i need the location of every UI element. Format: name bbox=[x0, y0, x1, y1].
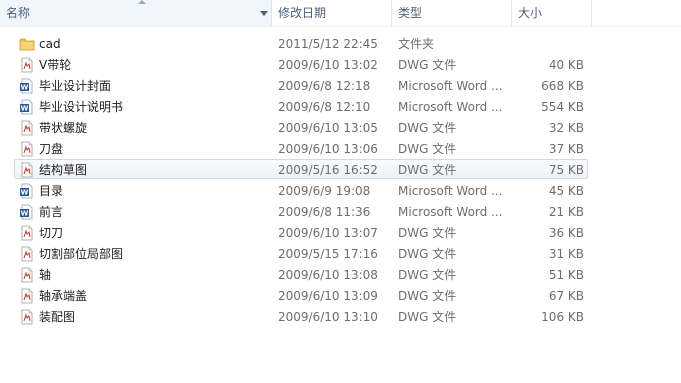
folder-icon bbox=[19, 36, 35, 52]
file-modified-date: 2009/6/10 13:10 bbox=[278, 310, 378, 324]
file-modified-date: 2009/6/8 12:18 bbox=[278, 79, 371, 93]
file-row[interactable]: W 前言 2009/6/8 11:36 Microsoft Word ... 21 KB bbox=[14, 201, 588, 221]
column-header-size[interactable]: 大小 bbox=[512, 0, 592, 26]
dwg-file-icon bbox=[19, 246, 35, 262]
file-row[interactable]: W 毕业设计说明书 2009/6/8 12:10 Microsoft Word ...… bbox=[14, 96, 588, 116]
file-modified-date: 2011/5/12 22:45 bbox=[278, 37, 378, 51]
file-row[interactable]: 刀盘 2009/6/10 13:06 DWG 文件 37 KB bbox=[14, 138, 588, 158]
svg-text:W: W bbox=[21, 189, 29, 197]
dwg-file-icon bbox=[19, 225, 35, 241]
file-size: 75 KB bbox=[548, 163, 584, 177]
file-name: 轴承端盖 bbox=[39, 289, 88, 303]
file-row[interactable]: 结构草图 2009/5/16 16:52 DWG 文件 75 KB bbox=[14, 159, 588, 179]
word-doc-icon: W bbox=[19, 204, 35, 220]
file-row[interactable]: 装配图 2009/6/10 13:10 DWG 文件 106 KB bbox=[14, 306, 588, 326]
file-name: 结构草图 bbox=[39, 163, 88, 177]
file-type: Microsoft Word ... bbox=[398, 79, 503, 93]
dwg-file-icon bbox=[19, 141, 35, 157]
dwg-file-icon bbox=[19, 267, 35, 283]
file-name: 毕业设计说明书 bbox=[39, 100, 124, 114]
file-name: 前言 bbox=[39, 205, 64, 219]
svg-text:W: W bbox=[21, 210, 29, 218]
file-row[interactable]: V带轮 2009/6/10 13:02 DWG 文件 40 KB bbox=[14, 54, 588, 74]
file-row[interactable]: 轴承端盖 2009/6/10 13:09 DWG 文件 67 KB bbox=[14, 285, 588, 305]
file-type: DWG 文件 bbox=[398, 310, 457, 324]
file-type: DWG 文件 bbox=[398, 121, 457, 135]
file-type: DWG 文件 bbox=[398, 163, 457, 177]
file-size: 40 KB bbox=[548, 58, 584, 72]
file-type: Microsoft Word ... bbox=[398, 100, 503, 114]
file-row[interactable]: 带状螺旋 2009/6/10 13:05 DWG 文件 32 KB bbox=[14, 117, 588, 137]
file-size: 36 KB bbox=[548, 226, 584, 240]
file-name: V带轮 bbox=[39, 58, 72, 72]
file-modified-date: 2009/6/10 13:08 bbox=[278, 268, 378, 282]
file-name: 切刀 bbox=[39, 226, 64, 240]
file-type: Microsoft Word ... bbox=[398, 184, 503, 198]
sort-ascending-icon bbox=[138, 0, 146, 4]
file-modified-date: 2009/6/10 13:02 bbox=[278, 58, 378, 72]
file-name: 装配图 bbox=[39, 310, 76, 324]
file-name: 目录 bbox=[39, 184, 64, 198]
file-modified-date: 2009/6/10 13:09 bbox=[278, 289, 378, 303]
file-modified-date: 2009/6/10 13:06 bbox=[278, 142, 378, 156]
file-size: 45 KB bbox=[548, 184, 584, 198]
file-row[interactable]: 轴 2009/6/10 13:08 DWG 文件 51 KB bbox=[14, 264, 588, 284]
file-type: DWG 文件 bbox=[398, 289, 457, 303]
column-header-date[interactable]: 修改日期 bbox=[272, 0, 392, 26]
dwg-file-icon bbox=[19, 162, 35, 178]
column-header-name-label: 名称 bbox=[6, 6, 31, 20]
file-type: DWG 文件 bbox=[398, 247, 457, 261]
file-modified-date: 2009/6/8 12:10 bbox=[278, 100, 371, 114]
file-size: 106 KB bbox=[541, 310, 584, 324]
file-name: 带状螺旋 bbox=[39, 121, 88, 135]
file-name: 刀盘 bbox=[39, 142, 64, 156]
file-modified-date: 2009/5/15 17:16 bbox=[278, 247, 378, 261]
dwg-file-icon bbox=[19, 309, 35, 325]
file-row[interactable]: W 目录 2009/6/9 19:08 Microsoft Word ... 45 KB bbox=[14, 180, 588, 200]
file-modified-date: 2009/6/10 13:07 bbox=[278, 226, 378, 240]
svg-text:W: W bbox=[21, 105, 29, 113]
column-header-type-label: 类型 bbox=[398, 6, 423, 20]
file-modified-date: 2009/6/10 13:05 bbox=[278, 121, 378, 135]
svg-text:W: W bbox=[21, 84, 29, 92]
column-header-name[interactable]: 名称 bbox=[0, 0, 272, 26]
word-doc-icon: W bbox=[19, 78, 35, 94]
file-size: 31 KB bbox=[548, 247, 584, 261]
file-size: 554 KB bbox=[541, 100, 584, 114]
file-type: DWG 文件 bbox=[398, 142, 457, 156]
file-type: Microsoft Word ... bbox=[398, 205, 503, 219]
file-row[interactable]: 切割部位局部图 2009/5/15 17:16 DWG 文件 31 KB bbox=[14, 243, 588, 263]
file-modified-date: 2009/6/8 11:36 bbox=[278, 205, 371, 219]
file-row[interactable]: cad 2011/5/12 22:45 文件夹 bbox=[14, 33, 588, 53]
column-header-size-label: 大小 bbox=[518, 6, 543, 20]
column-header-date-label: 修改日期 bbox=[278, 6, 327, 20]
file-name: cad bbox=[39, 37, 61, 51]
file-type: DWG 文件 bbox=[398, 226, 457, 240]
word-doc-icon: W bbox=[19, 99, 35, 115]
file-size: 21 KB bbox=[548, 205, 584, 219]
file-size: 37 KB bbox=[548, 142, 584, 156]
column-filter-dropdown-icon[interactable] bbox=[258, 7, 270, 19]
file-type: DWG 文件 bbox=[398, 58, 457, 72]
file-name: 切割部位局部图 bbox=[39, 247, 124, 261]
file-size: 32 KB bbox=[548, 121, 584, 135]
file-size: 67 KB bbox=[548, 289, 584, 303]
file-row[interactable]: W 毕业设计封面 2009/6/8 12:18 Microsoft Word ... 6… bbox=[14, 75, 588, 95]
file-size: 668 KB bbox=[541, 79, 584, 93]
file-name: 轴 bbox=[39, 268, 52, 282]
dwg-file-icon bbox=[19, 120, 35, 136]
file-row[interactable]: 切刀 2009/6/10 13:07 DWG 文件 36 KB bbox=[14, 222, 588, 242]
column-header-bar: 名称 修改日期 类型 大小 bbox=[0, 0, 681, 27]
file-modified-date: 2009/6/9 19:08 bbox=[278, 184, 371, 198]
file-type: 文件夹 bbox=[398, 37, 435, 51]
file-size: 51 KB bbox=[548, 268, 584, 282]
file-modified-date: 2009/5/16 16:52 bbox=[278, 163, 378, 177]
file-name: 毕业设计封面 bbox=[39, 79, 112, 93]
word-doc-icon: W bbox=[19, 183, 35, 199]
file-type: DWG 文件 bbox=[398, 268, 457, 282]
column-header-type[interactable]: 类型 bbox=[392, 0, 512, 26]
dwg-file-icon bbox=[19, 57, 35, 73]
dwg-file-icon bbox=[19, 288, 35, 304]
